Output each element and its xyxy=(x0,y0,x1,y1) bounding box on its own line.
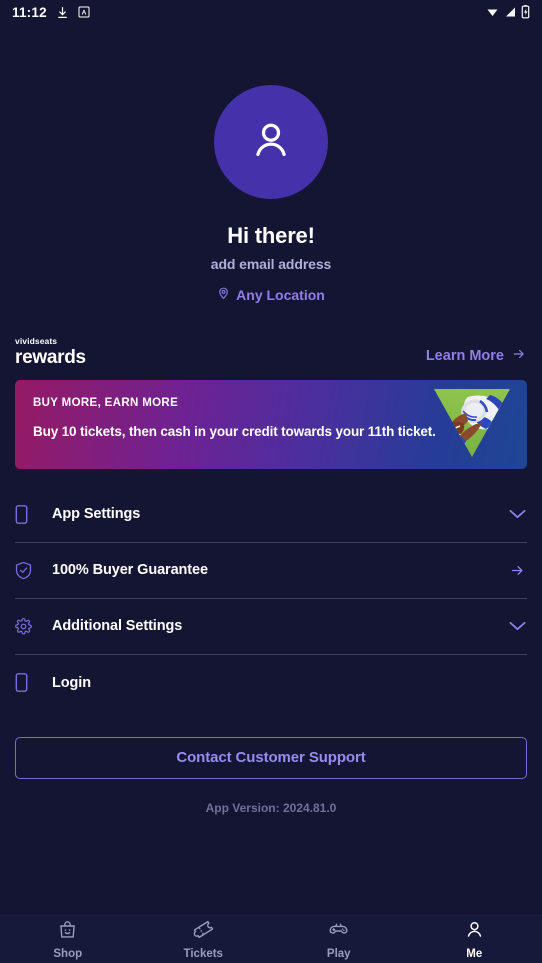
nav-item-label: Me xyxy=(466,948,483,960)
settings-row-app-settings[interactable]: App Settings xyxy=(15,487,527,543)
phone-icon xyxy=(15,673,45,692)
location-selector[interactable]: Any Location xyxy=(0,285,542,304)
rewards-header: vividseats rewards Learn More xyxy=(0,337,542,367)
avatar[interactable] xyxy=(214,85,328,199)
learn-more-link[interactable]: Learn More xyxy=(426,347,527,367)
nav-item-me[interactable]: Me xyxy=(407,919,542,960)
shopping-bag-icon xyxy=(57,919,78,945)
settings-list: App Settings 100% Buyer Guarantee Additi… xyxy=(15,487,527,711)
football-player-triangle-image xyxy=(430,385,514,465)
bottom-navigation: Shop Tickets Play Me xyxy=(0,915,542,963)
game-controller-icon xyxy=(328,919,349,945)
svg-text:A: A xyxy=(81,10,86,17)
add-email-link[interactable]: add email address xyxy=(0,256,542,272)
settings-row-label: Login xyxy=(52,674,91,691)
arrow-right-icon xyxy=(511,347,527,365)
wifi-icon xyxy=(485,6,500,18)
nav-item-label: Tickets xyxy=(183,948,223,960)
signal-icon xyxy=(504,6,517,18)
profile-section: Hi there! add email address Any Location xyxy=(0,24,542,304)
nav-item-label: Play xyxy=(326,948,351,960)
settings-row-buyer-guarantee[interactable]: 100% Buyer Guarantee xyxy=(15,543,527,599)
rewards-promo-banner[interactable]: BUY MORE, EARN MORE Buy 10 tickets, then… xyxy=(15,379,527,469)
learn-more-label: Learn More xyxy=(425,347,504,364)
shield-check-icon xyxy=(15,561,45,580)
battery-charging-icon xyxy=(521,5,530,19)
location-label: Any Location xyxy=(236,286,325,303)
contact-customer-support-label: Contact Customer Support xyxy=(176,749,366,766)
chevron-down-icon[interactable] xyxy=(508,620,527,632)
a-letter-icon: A xyxy=(78,6,90,18)
settings-row-additional-settings[interactable]: Additional Settings xyxy=(15,599,527,655)
location-pin-icon xyxy=(217,285,230,304)
chevron-down-icon[interactable] xyxy=(508,508,527,520)
settings-row-login[interactable]: Login xyxy=(15,655,527,711)
nav-item-tickets[interactable]: Tickets xyxy=(136,919,272,960)
settings-row-label: Additional Settings xyxy=(52,618,183,634)
nav-item-shop[interactable]: Shop xyxy=(0,919,136,960)
status-bar: 11:12 A xyxy=(0,0,542,24)
arrow-right-icon[interactable] xyxy=(508,563,527,578)
brand-small-label: vividseats xyxy=(15,336,58,346)
app-version-label: App Version: 2024.81.0 xyxy=(205,800,337,815)
ticket-icon xyxy=(193,919,214,945)
status-bar-left: 11:12 A xyxy=(12,5,90,20)
vividseats-rewards-logo: vividseats rewards xyxy=(15,337,86,367)
person-icon xyxy=(248,117,294,168)
nav-item-label: Shop xyxy=(53,948,83,960)
phone-icon xyxy=(15,504,45,524)
status-bar-clock: 11:12 xyxy=(12,4,47,20)
settings-row-label: 100% Buyer Guarantee xyxy=(52,562,208,578)
status-bar-right xyxy=(485,5,530,19)
person-icon xyxy=(464,919,485,945)
download-icon xyxy=(56,6,69,19)
page-title: Hi there! xyxy=(227,223,315,248)
brand-large-label: rewards xyxy=(15,346,86,368)
contact-customer-support-button[interactable]: Contact Customer Support xyxy=(15,736,527,779)
settings-row-label: App Settings xyxy=(52,506,141,522)
gear-icon xyxy=(15,617,45,635)
nav-item-play[interactable]: Play xyxy=(271,919,407,960)
